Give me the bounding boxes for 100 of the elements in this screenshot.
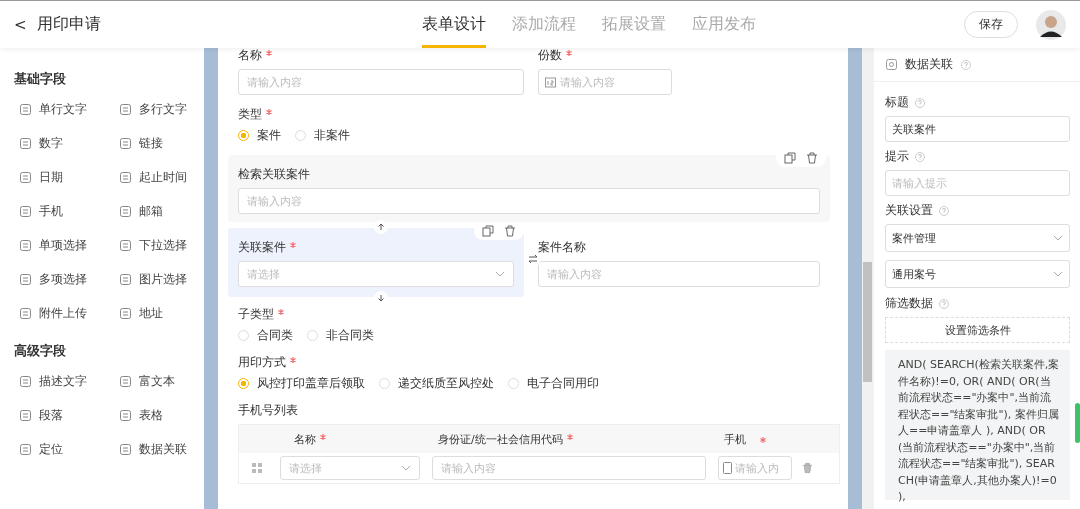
field-type-item[interactable]: 手机 (20, 204, 120, 219)
field-type-icon (20, 138, 31, 149)
field-label: 类型 (238, 107, 820, 122)
field-label: 标题 (885, 95, 909, 110)
field-type-item[interactable]: 链接 (120, 136, 198, 151)
field-type-icon (120, 444, 131, 455)
input-field[interactable]: 请输入内容 (538, 261, 820, 287)
input-field[interactable]: 请输入内容 (238, 69, 524, 95)
column-header: 身份证/统一社会信用代码 (426, 431, 712, 447)
field-label: 关联案件 (238, 240, 514, 255)
select-field[interactable]: 通用案号 (885, 260, 1070, 288)
drag-handle-icon[interactable] (251, 463, 262, 473)
field-label: 子类型 (238, 307, 820, 322)
help-icon[interactable] (939, 205, 949, 216)
column-header: 手机 (712, 431, 839, 447)
move-up-icon[interactable] (374, 220, 388, 234)
scrollbar-thumb[interactable] (1075, 403, 1080, 443)
field-type-item[interactable]: 日期 (20, 170, 120, 185)
field-type-icon (20, 308, 31, 319)
radio-option[interactable]: 案件 (238, 128, 281, 143)
field-type-item[interactable]: 单行文字 (20, 102, 120, 117)
field-label: 筛选数据 (885, 296, 933, 311)
back-button[interactable]: < (14, 15, 27, 34)
radio-button[interactable] (238, 378, 249, 389)
field-type-icon (120, 206, 131, 217)
field-type-icon (20, 376, 31, 387)
scrollbar-thumb[interactable] (863, 262, 872, 382)
help-icon[interactable] (939, 298, 949, 309)
page-title: 用印申请 (36, 14, 101, 35)
input-field[interactable]: 请输入内容 (432, 456, 706, 480)
filter-button[interactable]: 设置筛选条件 (885, 317, 1070, 343)
radio-option[interactable]: 非案件 (295, 128, 350, 143)
field-type-icon (120, 240, 131, 251)
panel-title: 数据关联 (905, 57, 953, 72)
caret-icon (401, 465, 411, 471)
help-icon[interactable] (961, 59, 971, 70)
field-type-item[interactable]: 下拉选择 (120, 238, 198, 253)
field-label: 检索关联案件 (238, 167, 311, 182)
field-label: 提示 (885, 149, 909, 164)
field-type-item[interactable]: 多行文字 (120, 102, 198, 117)
field-type-item[interactable]: 图片选择 (120, 272, 198, 287)
field-label: 关联设置 (885, 203, 933, 218)
field-type-item[interactable]: 定位 (20, 442, 120, 457)
input-field[interactable]: 请输入内容 (238, 188, 820, 214)
field-type-icon (20, 274, 31, 285)
field-type-item[interactable]: 数字 (20, 136, 120, 151)
field-type-item[interactable]: 富文本 (120, 374, 198, 389)
field-type-icon (120, 172, 131, 183)
phone-icon (723, 462, 732, 474)
field-type-icon (20, 206, 31, 217)
field-type-item[interactable]: 多项选择 (20, 272, 120, 287)
field-type-item[interactable]: 附件上传 (20, 306, 120, 321)
radio-option[interactable]: 非合同类 (307, 328, 374, 343)
caret-icon (1053, 235, 1063, 241)
field-type-item[interactable]: 段落 (20, 408, 120, 423)
field-type-icon (120, 410, 131, 421)
field-type-icon (120, 138, 131, 149)
field-type-icon (20, 240, 31, 251)
trash-icon[interactable] (806, 152, 818, 164)
number-icon (545, 76, 556, 88)
field-label: 手机号列表 (238, 403, 299, 418)
field-type-icon (120, 274, 131, 285)
field-type-item[interactable]: 表格 (120, 408, 198, 423)
radio-option[interactable]: 风控打印盖章后领取 (238, 376, 365, 391)
field-type-item[interactable]: 邮箱 (120, 204, 198, 219)
trash-icon[interactable] (504, 225, 516, 237)
caret-icon (1053, 271, 1063, 277)
trash-icon[interactable] (802, 462, 813, 474)
field-label: 份数 (538, 48, 672, 63)
field-type-item[interactable]: 起止时间 (120, 170, 198, 185)
section-heading: 基础字段 (14, 70, 67, 88)
field-type-icon (120, 308, 131, 319)
formula-text: AND( SEARCH(检索关联案件,案件名称)!=0, OR( AND( OR(当前流程状态=="办案中",当前流程状态=="结案审批"), 案件归属人==申请盖章人 ), AND( OR(当前流程状态=="办案中",当前流程状态=="结案审批"), SEARCH(申请盖章人,其他办案人)!=0 ), (885, 350, 1070, 500)
field-type-icon (20, 410, 31, 421)
radio-option[interactable]: 递交纸质至风控处 (379, 376, 494, 391)
select-field[interactable]: 案件管理 (885, 224, 1070, 252)
field-type-icon (120, 376, 131, 387)
field-label: 用印方式 (238, 355, 820, 370)
field-type-item[interactable]: 单项选择 (20, 238, 120, 253)
save-button[interactable]: 保存 (964, 11, 1018, 38)
field-label: 案件名称 (538, 240, 587, 255)
selected-field-card[interactable]: 关联案件 请选择 (228, 228, 524, 297)
avatar-icon[interactable] (1036, 9, 1066, 40)
help-icon[interactable] (915, 97, 925, 108)
section-heading: 高级字段 (14, 342, 67, 360)
copy-icon[interactable] (784, 152, 796, 164)
field-type-icon (120, 104, 131, 115)
help-icon[interactable] (915, 151, 925, 162)
data-link-icon (886, 59, 897, 70)
hint-input[interactable]: 请输入提示 (885, 170, 1070, 196)
title-input[interactable]: 关联案件 (885, 116, 1070, 142)
field-type-icon (20, 444, 31, 455)
radio-option[interactable]: 合同类 (238, 328, 293, 343)
field-type-item[interactable]: 数据关联 (120, 442, 198, 457)
copy-icon[interactable] (482, 225, 494, 237)
radio-button[interactable] (238, 130, 249, 141)
radio-option[interactable]: 电子合同用印 (508, 376, 599, 391)
field-type-item[interactable]: 地址 (120, 306, 198, 321)
field-type-item[interactable]: 描述文字 (20, 374, 120, 389)
field-label: 名称 (238, 48, 524, 63)
